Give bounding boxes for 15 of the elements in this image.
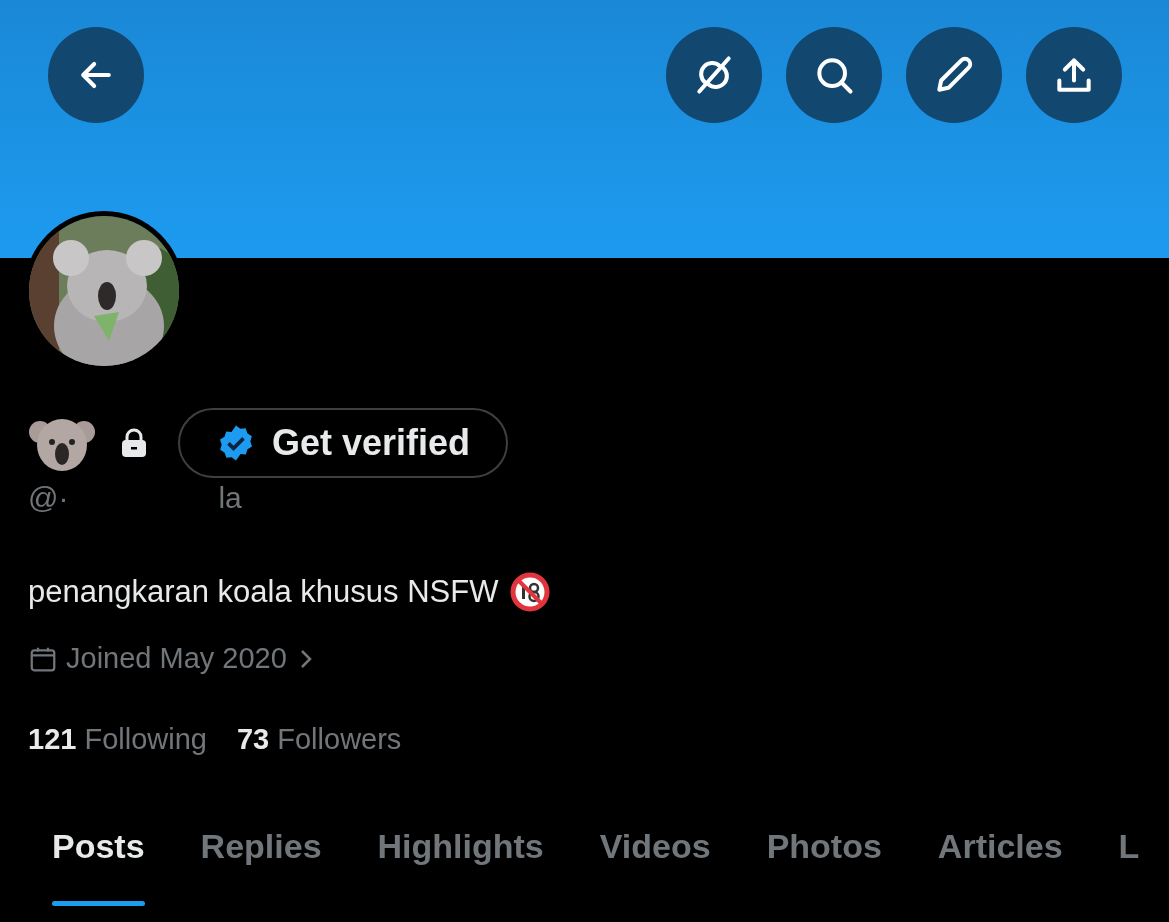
follow-count-link[interactable]: 121 Following	[28, 723, 207, 756]
profile-tab[interactable]: Posts	[52, 826, 145, 906]
bio-text: penangkaran koala khusus NSFW	[28, 574, 499, 610]
no-under-eighteen-icon	[510, 572, 551, 612]
joined-date-text: Joined May 2020	[66, 642, 287, 675]
get-verified-button[interactable]: Get verified	[178, 408, 509, 478]
handle-text: la	[218, 480, 242, 516]
handle-text: @·	[28, 480, 69, 516]
profile-tab[interactable]: Videos	[599, 826, 711, 906]
follow-count-link[interactable]: 73 Followers	[236, 723, 402, 756]
profile-tab[interactable]: Highlights	[377, 826, 544, 906]
profile-tab[interactable]: Photos	[766, 826, 882, 906]
profile-tab[interactable]: L	[1118, 826, 1140, 906]
profile-tab[interactable]: Replies	[200, 826, 322, 906]
profile-tab[interactable]: Articles	[937, 826, 1063, 906]
